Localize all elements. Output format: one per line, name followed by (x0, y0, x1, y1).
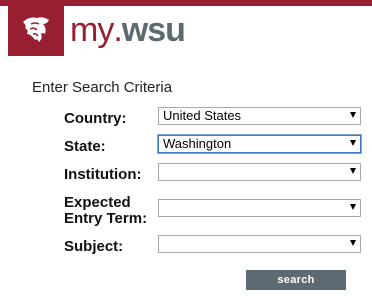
entry-term-select[interactable] (158, 199, 361, 217)
state-label: State: (64, 138, 106, 155)
my-wsu-logo-text[interactable]: my. wsu (70, 6, 186, 54)
country-label: Country: (64, 110, 127, 127)
page-title: Enter Search Criteria (32, 79, 173, 96)
state-select[interactable]: Washington (158, 135, 361, 153)
chevron-down-icon (350, 112, 356, 118)
brand-dot: . (113, 10, 123, 49)
chevron-down-icon (350, 140, 356, 146)
wsu-cougar-logo[interactable] (8, 6, 64, 56)
cougar-head-icon (23, 17, 49, 42)
chevron-down-icon (350, 204, 356, 210)
term-label-line2: Entry Term: (64, 210, 148, 227)
state-select-value: Washington (163, 136, 232, 151)
country-select[interactable]: United States (158, 107, 361, 125)
term-label-line1: Expected (64, 194, 131, 211)
subject-select[interactable] (158, 235, 361, 253)
search-button[interactable]: search (246, 270, 346, 290)
institution-select[interactable] (158, 163, 361, 181)
institution-label: Institution: (64, 166, 142, 183)
chevron-down-icon (350, 168, 356, 174)
brand-my: my (70, 10, 114, 49)
chevron-down-icon (350, 240, 356, 246)
brand-wsu: wsu (121, 10, 186, 49)
subject-label: Subject: (64, 238, 124, 255)
country-select-value: United States (163, 108, 242, 123)
